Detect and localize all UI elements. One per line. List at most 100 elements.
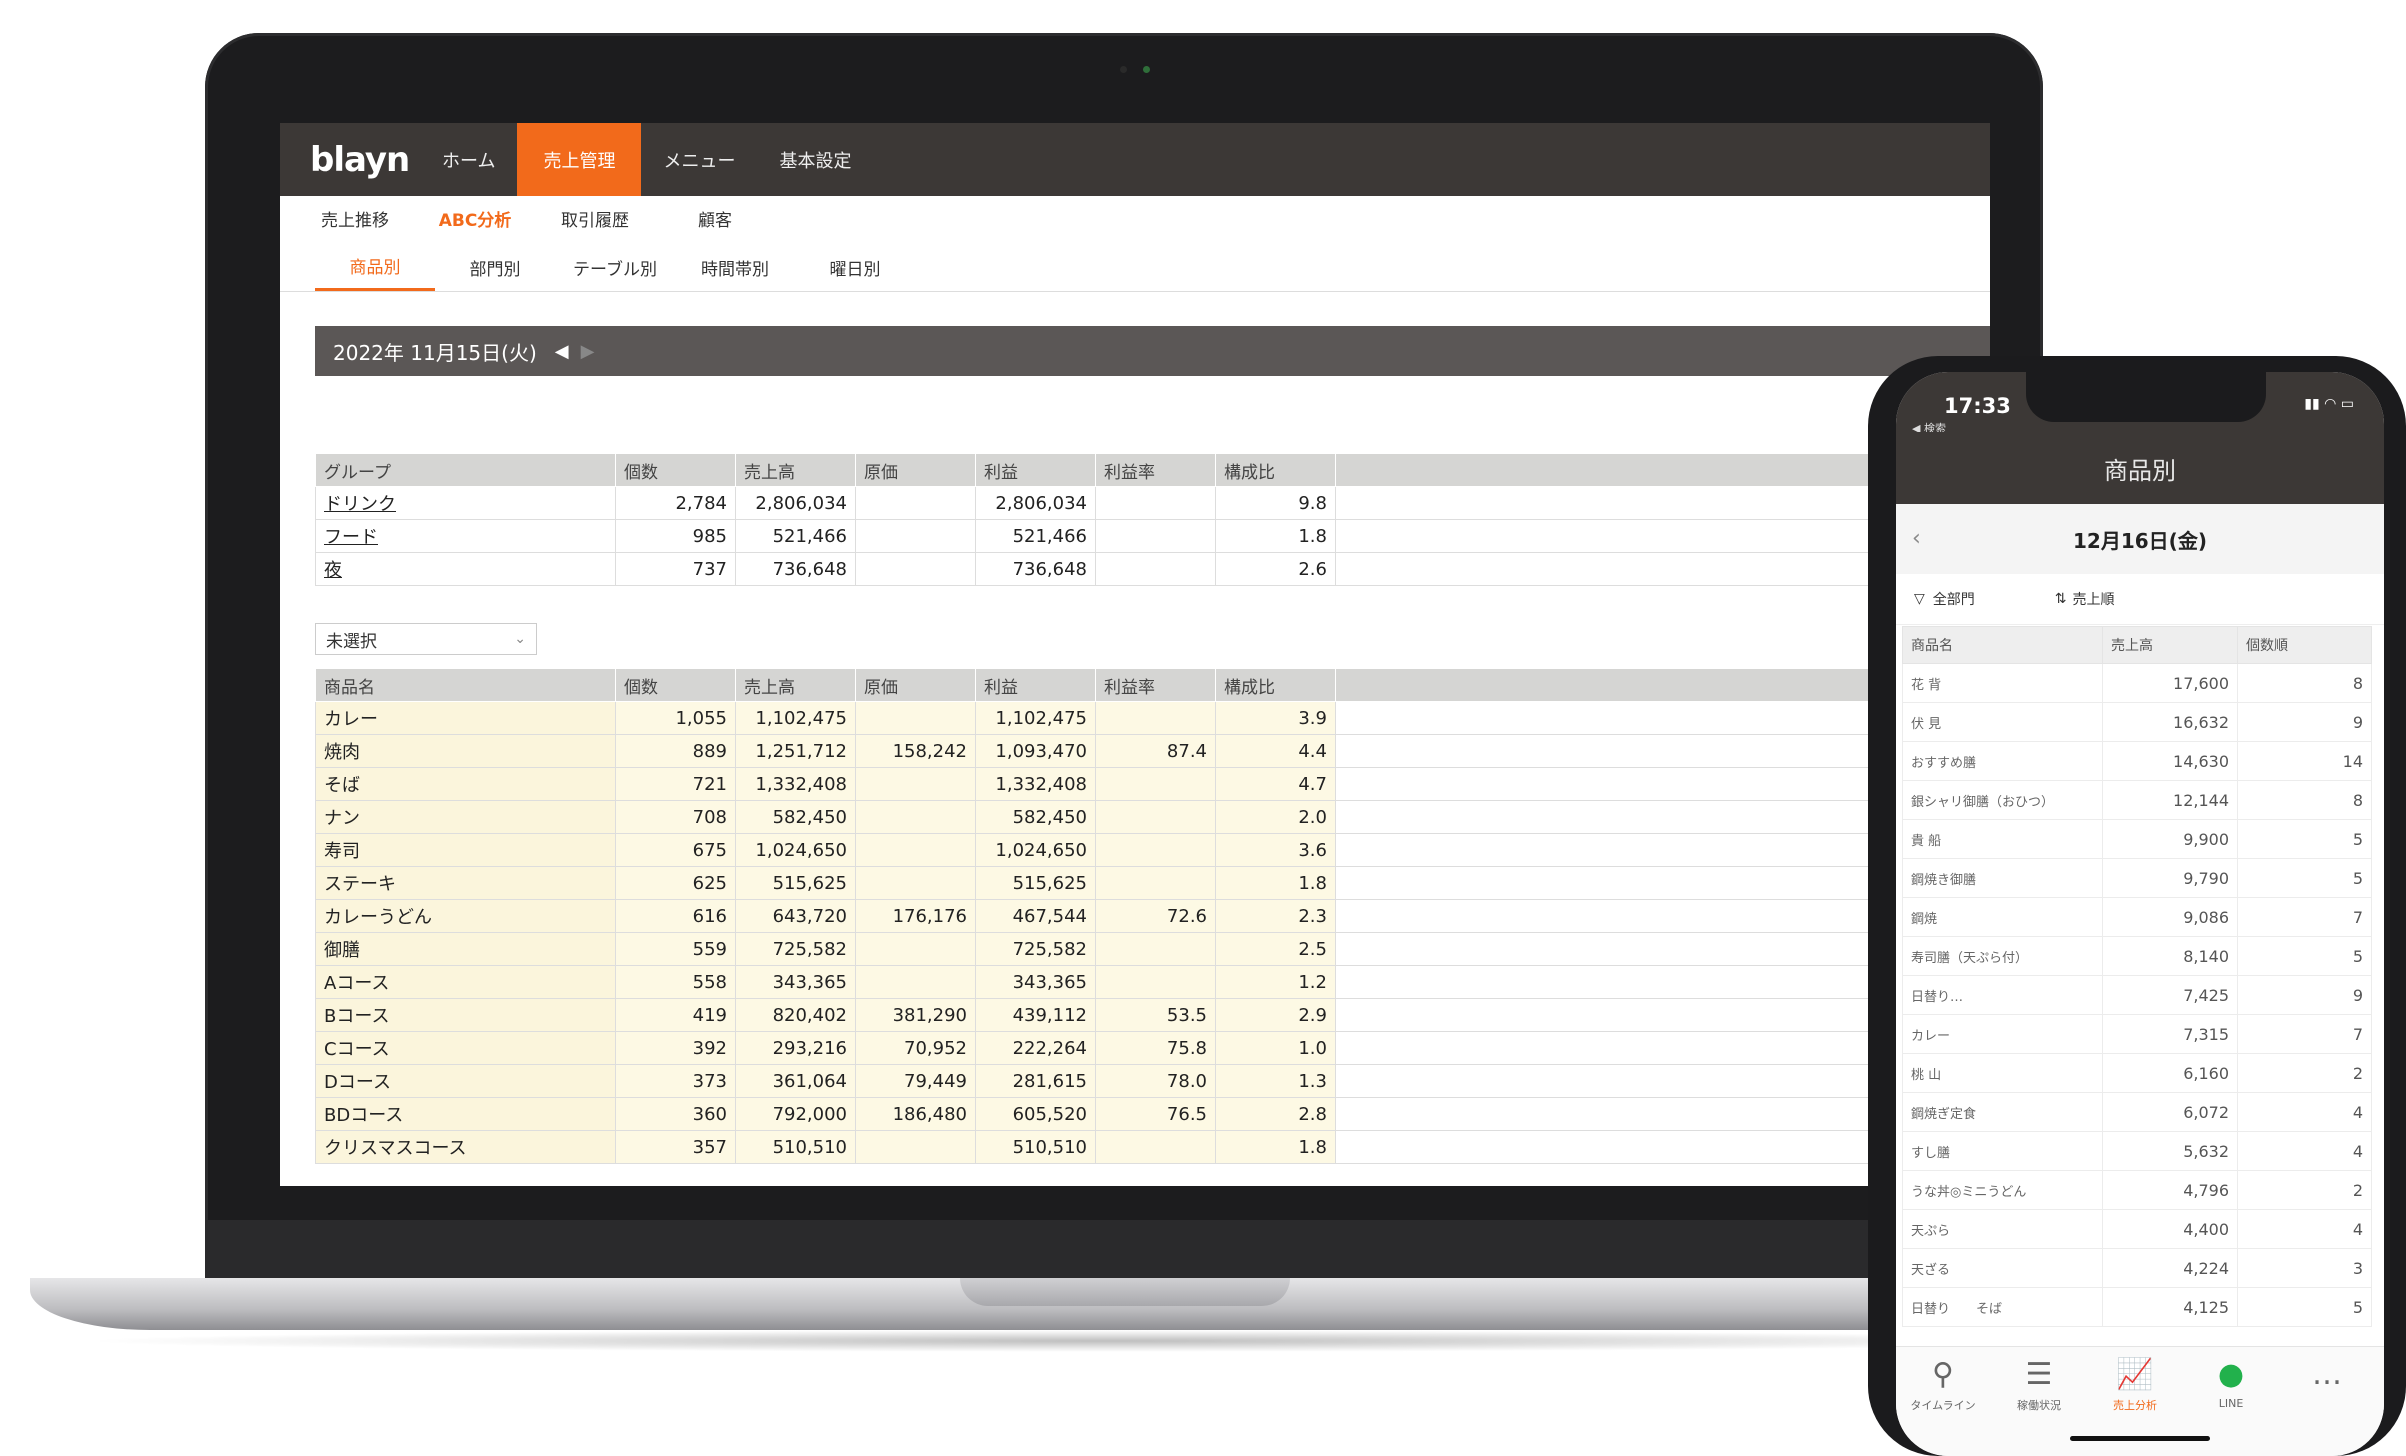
nav-menu[interactable]: メニュー xyxy=(641,123,757,196)
row-name-cell[interactable]: フード xyxy=(315,519,616,553)
table-row[interactable]: 鋼焼ぎ定食 6,072 4 xyxy=(1902,1092,2372,1132)
column-header[interactable]: 構成比 xyxy=(1215,668,1336,702)
table-row[interactable]: 伏 見 16,632 9 xyxy=(1902,702,2372,742)
table-row[interactable]: 御膳 559 725,582 725,582 2.5 xyxy=(315,932,1990,966)
table-cell xyxy=(855,1130,976,1164)
table-row[interactable]: 日替り… 7,425 9 xyxy=(1902,975,2372,1015)
prev-date-icon[interactable]: ◀ xyxy=(555,341,569,362)
tab-line[interactable]: ● LINE xyxy=(2186,1357,2276,1410)
chevron-left-icon[interactable]: ‹ xyxy=(1912,526,1921,551)
table-row[interactable]: Dコース 373 361,064 79,449 281,615 78.0 1.3 xyxy=(315,1064,1990,1098)
tab-sales-analysis[interactable]: 📈 売上分析 xyxy=(2090,1357,2180,1413)
row-name-cell[interactable]: Aコース xyxy=(315,965,616,999)
column-header[interactable]: 売上高 xyxy=(2102,626,2238,664)
column-header[interactable]: 売上高 xyxy=(735,668,856,702)
tab-by-item[interactable]: 商品別 xyxy=(315,243,435,291)
table-row[interactable]: 花 背 17,600 8 xyxy=(1902,663,2372,703)
table-row[interactable]: 銀シャリ御膳（おひつ） 12,144 8 xyxy=(1902,780,2372,820)
group-select[interactable]: 未選択 ⌄ xyxy=(315,623,537,655)
table-row[interactable]: フード 985 521,466 521,466 1.8 xyxy=(315,519,1990,553)
row-name-cell[interactable]: カレーうどん xyxy=(315,899,616,933)
row-name-cell[interactable]: 御膳 xyxy=(315,932,616,966)
row-name-cell[interactable]: Bコース xyxy=(315,998,616,1032)
table-row[interactable]: 焼肉 889 1,251,712 158,242 1,093,470 87.4 4.4 xyxy=(315,734,1990,768)
row-name-cell[interactable]: そば xyxy=(315,767,616,801)
row-name-cell[interactable]: クリスマスコース xyxy=(315,1130,616,1164)
filter-sort[interactable]: 売上順 xyxy=(2073,589,2115,609)
table-cell: 16,632 xyxy=(2102,702,2238,742)
row-name-cell[interactable]: ドリンク xyxy=(315,486,616,520)
table-row[interactable]: 鋼焼 9,086 7 xyxy=(1902,897,2372,937)
subnav-abc-analysis[interactable]: ABC分析 xyxy=(430,206,520,231)
table-row[interactable]: すし膳 5,632 4 xyxy=(1902,1131,2372,1171)
table-row[interactable]: 寿司 675 1,024,650 1,024,650 3.6 xyxy=(315,833,1990,867)
column-header[interactable]: 構成比 xyxy=(1215,453,1336,487)
column-header[interactable]: 商品名 xyxy=(315,668,616,702)
table-row[interactable]: ドリンク 2,784 2,806,034 2,806,034 9.8 xyxy=(315,486,1990,520)
table-row[interactable]: 鋼焼き御膳 9,790 5 xyxy=(1902,858,2372,898)
table-row[interactable]: Bコース 419 820,402 381,290 439,112 53.5 2.9 xyxy=(315,998,1990,1032)
table-row[interactable]: 寿司膳（天ぷら付） 8,140 5 xyxy=(1902,936,2372,976)
table-cell: 4 xyxy=(2237,1131,2372,1171)
table-row[interactable]: 天ぷら 4,400 4 xyxy=(1902,1209,2372,1249)
table-row[interactable]: うな丼◎ミニうどん 4,796 2 xyxy=(1902,1170,2372,1210)
row-name-cell[interactable]: ステーキ xyxy=(315,866,616,900)
column-header[interactable]: 利益率 xyxy=(1095,453,1216,487)
table-row[interactable]: クリスマスコース 357 510,510 510,510 1.8 xyxy=(315,1130,1990,1164)
column-header[interactable]: 利益率 xyxy=(1095,668,1216,702)
column-header[interactable]: 売上高 xyxy=(735,453,856,487)
sort-icon[interactable]: ⇅ xyxy=(2055,591,2067,607)
subnav-transactions[interactable]: 取引履歴 xyxy=(550,206,640,231)
row-name-cell[interactable]: 焼肉 xyxy=(315,734,616,768)
tab-status[interactable]: ☰ 稼働状況 xyxy=(1994,1357,2084,1413)
table-cell: 17,600 xyxy=(2102,663,2238,703)
table-row[interactable]: Aコース 558 343,365 343,365 1.2 xyxy=(315,965,1990,999)
row-name-cell[interactable]: カレー xyxy=(315,701,616,735)
tab-by-weekday[interactable]: 曜日別 xyxy=(795,243,915,291)
filter-icon[interactable]: ▽ xyxy=(1914,591,1925,607)
table-row[interactable]: そば 721 1,332,408 1,332,408 4.7 xyxy=(315,767,1990,801)
table-row[interactable]: Cコース 392 293,216 70,952 222,264 75.8 1.0 xyxy=(315,1031,1990,1065)
row-name-cell[interactable]: Cコース xyxy=(315,1031,616,1065)
table-row[interactable]: カレー 7,315 7 xyxy=(1902,1014,2372,1054)
row-name-cell[interactable]: 夜 xyxy=(315,552,616,586)
tab-timeline[interactable]: ⚲ タイムライン xyxy=(1898,1357,1988,1413)
column-header[interactable]: 利益 xyxy=(975,668,1096,702)
column-header[interactable]: 商品名 xyxy=(1902,626,2103,664)
tab-more[interactable]: … xyxy=(2282,1357,2372,1397)
column-header[interactable]: 個数 xyxy=(615,668,736,702)
row-name-cell[interactable]: 寿司 xyxy=(315,833,616,867)
table-row[interactable]: 天ざる 4,224 3 xyxy=(1902,1248,2372,1288)
column-header[interactable]: 原価 xyxy=(855,668,976,702)
next-date-icon[interactable]: ▶ xyxy=(581,341,595,362)
table-row[interactable]: カレー 1,055 1,102,475 1,102,475 3.9 xyxy=(315,701,1990,735)
table-row[interactable]: BDコース 360 792,000 186,480 605,520 76.5 2.8 xyxy=(315,1097,1990,1131)
app-logo[interactable]: blayn xyxy=(310,140,420,180)
subnav-customers[interactable]: 顧客 xyxy=(670,206,760,231)
subnav-sales-trend[interactable]: 売上推移 xyxy=(310,206,400,231)
column-header[interactable]: 個数 xyxy=(615,453,736,487)
table-row[interactable]: カレーうどん 616 643,720 176,176 467,544 72.6 2.3 xyxy=(315,899,1990,933)
table-row[interactable]: 貴 船 9,900 5 xyxy=(1902,819,2372,859)
table-cell: 361,064 xyxy=(735,1064,856,1098)
tab-by-department[interactable]: 部門別 xyxy=(435,243,555,291)
table-row[interactable]: ステーキ 625 515,625 515,625 1.8 xyxy=(315,866,1990,900)
table-row[interactable]: 夜 737 736,648 736,648 2.6 xyxy=(315,552,1990,586)
table-row[interactable]: おすすめ膳 14,630 14 xyxy=(1902,741,2372,781)
nav-settings[interactable]: 基本設定 xyxy=(757,123,873,196)
nav-sales[interactable]: 売上管理 xyxy=(517,123,642,196)
row-name-cell[interactable]: Dコース xyxy=(315,1064,616,1098)
table-row[interactable]: 日替り そば 4,125 5 xyxy=(1902,1287,2372,1327)
nav-home[interactable]: ホーム xyxy=(420,123,517,196)
row-name-cell[interactable]: ナン xyxy=(315,800,616,834)
tab-by-table[interactable]: テーブル別 xyxy=(555,243,675,291)
filter-department[interactable]: 全部門 xyxy=(1933,589,1975,609)
column-header[interactable]: 個数順 xyxy=(2237,626,2372,664)
row-name-cell[interactable]: BDコース xyxy=(315,1097,616,1131)
column-header[interactable]: 利益 xyxy=(975,453,1096,487)
column-header[interactable]: 原価 xyxy=(855,453,976,487)
table-row[interactable]: 桃 山 6,160 2 xyxy=(1902,1053,2372,1093)
table-row[interactable]: ナン 708 582,450 582,450 2.0 xyxy=(315,800,1990,834)
column-header[interactable]: グループ xyxy=(315,453,616,487)
tab-by-time[interactable]: 時間帯別 xyxy=(675,243,795,291)
